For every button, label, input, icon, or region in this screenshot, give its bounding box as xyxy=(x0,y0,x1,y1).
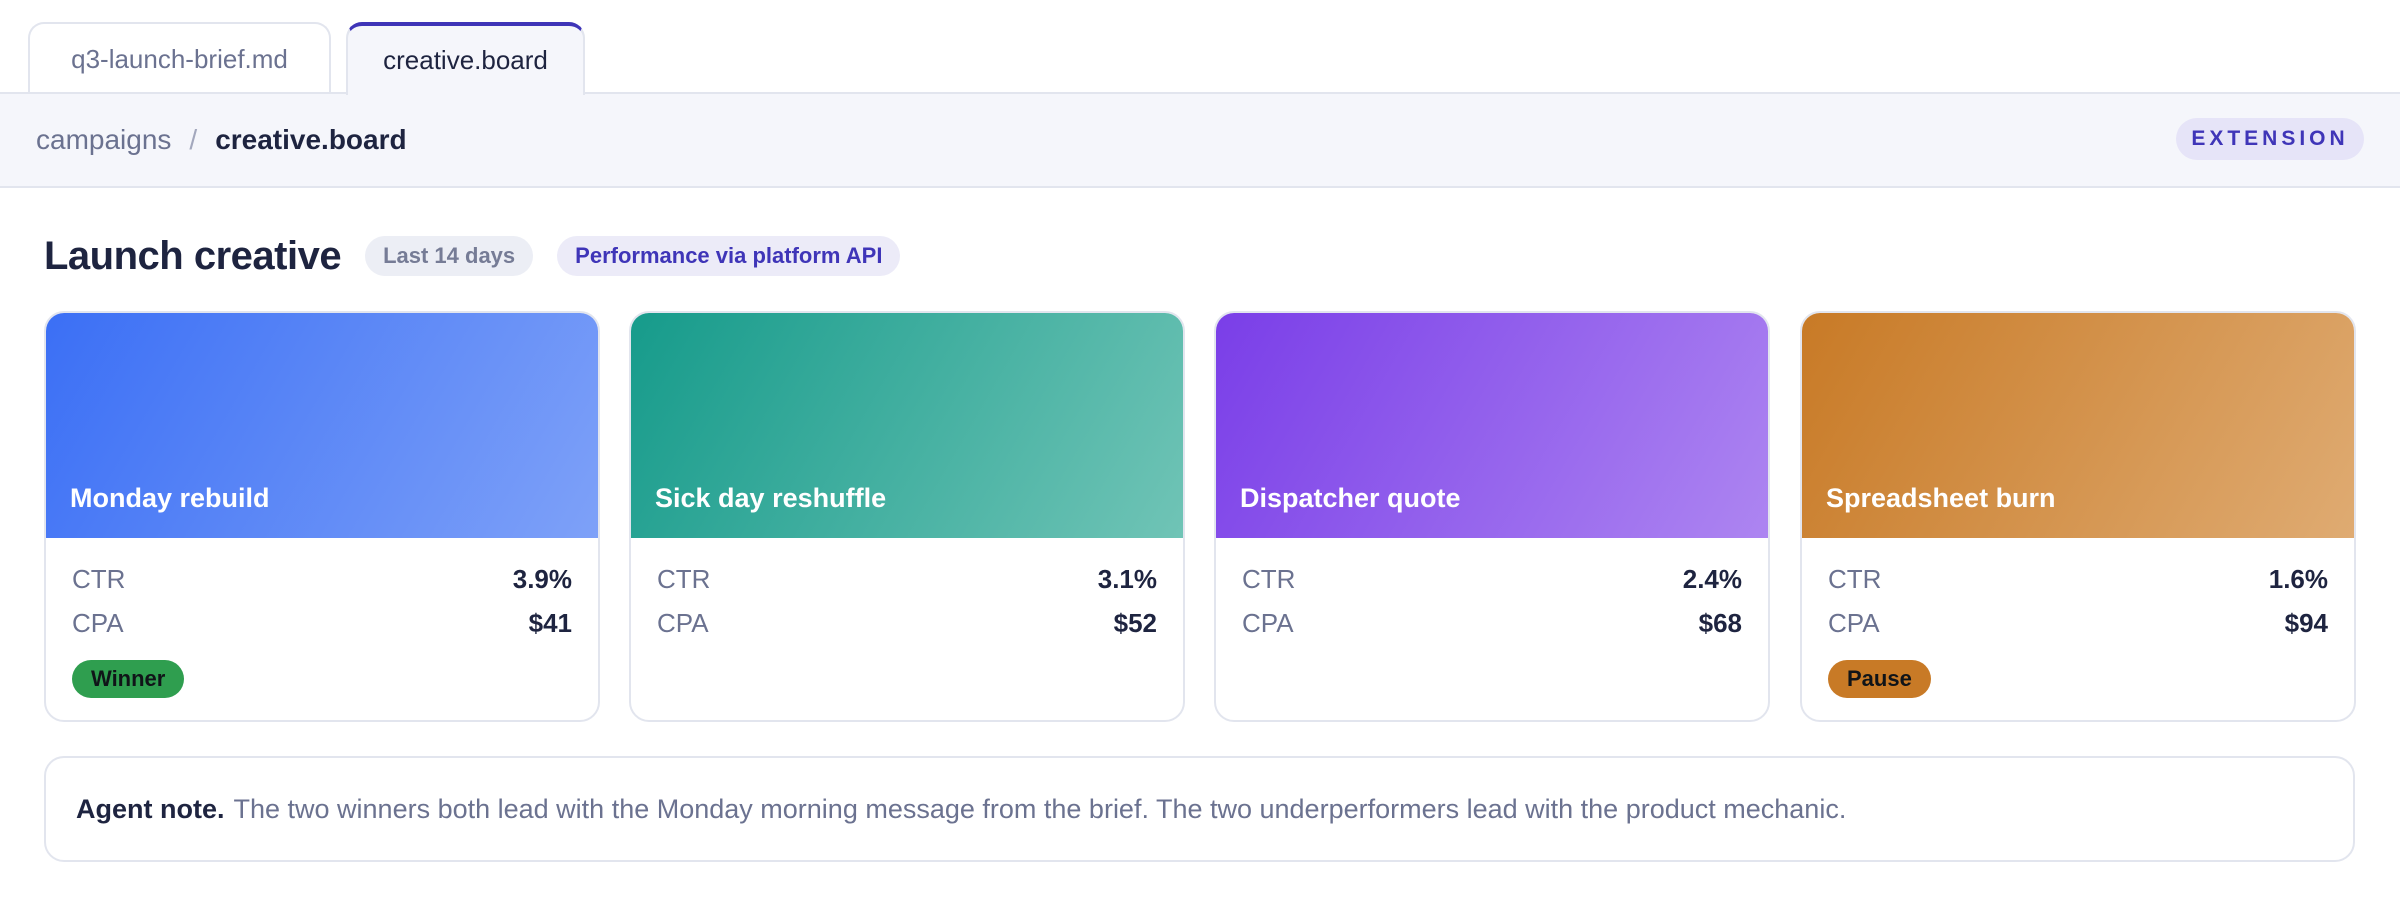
metric-label: CTR xyxy=(1828,563,1882,594)
metric-cpa: CPA $94 xyxy=(1828,603,2328,643)
creative-thumbnail: Monday rebuild xyxy=(46,313,598,538)
creative-card-dispatcher-quote[interactable]: Dispatcher quote CTR 2.4% CPA $68 xyxy=(1214,311,1770,722)
agent-note-text: The two winners both lead with the Monda… xyxy=(233,793,1847,824)
creative-thumbnail: Dispatcher quote xyxy=(1216,313,1768,538)
metric-label: CPA xyxy=(1242,607,1294,638)
metric-label: CPA xyxy=(657,607,709,638)
metric-label: CPA xyxy=(72,607,124,638)
metric-label: CTR xyxy=(72,563,126,594)
metric-label: CTR xyxy=(657,563,711,594)
creative-name: Sick day reshuffle xyxy=(655,483,887,513)
date-range-pill[interactable]: Last 14 days xyxy=(365,236,534,276)
creative-card-monday-rebuild[interactable]: Monday rebuild CTR 3.9% CPA $41 Winner xyxy=(44,311,600,722)
metric-value: 3.1% xyxy=(1097,563,1157,594)
metric-value: $68 xyxy=(1698,607,1742,638)
metric-value: $94 xyxy=(2284,607,2328,638)
metric-ctr: CTR 1.6% xyxy=(1828,559,2328,599)
status-badge: Pause xyxy=(1828,660,1931,698)
metric-value: 2.4% xyxy=(1682,563,1742,594)
metric-value: 3.9% xyxy=(512,563,572,594)
tab-strip: q3-launch-brief.md creative.board xyxy=(0,0,2400,95)
creative-name: Monday rebuild xyxy=(70,483,270,513)
metric-ctr: CTR 2.4% xyxy=(1242,559,1742,599)
metric-label: CPA xyxy=(1828,607,1880,638)
extension-badge: EXTENSION xyxy=(2176,118,2364,160)
page-header: Launch creative Last 14 days Performance… xyxy=(44,228,901,284)
breadcrumb-root[interactable]: campaigns xyxy=(36,124,171,156)
tab-creative-board[interactable]: creative.board xyxy=(346,22,585,95)
creative-name: Dispatcher quote xyxy=(1240,483,1461,513)
metric-value: 1.6% xyxy=(2268,563,2328,594)
creative-card-sick-day-reshuffle[interactable]: Sick day reshuffle CTR 3.1% CPA $52 xyxy=(629,311,1185,722)
creative-name: Spreadsheet burn xyxy=(1826,483,2056,513)
data-source-pill: Performance via platform API xyxy=(557,236,901,276)
breadcrumb-separator: / xyxy=(189,124,198,155)
page-title: Launch creative xyxy=(44,233,342,278)
metric-cpa: CPA $52 xyxy=(657,603,1157,643)
metric-cpa: CPA $68 xyxy=(1242,603,1742,643)
agent-note-lead: Agent note. xyxy=(76,793,225,824)
creative-card-spreadsheet-burn[interactable]: Spreadsheet burn CTR 1.6% CPA $94 Pause xyxy=(1800,311,2356,722)
metric-value: $52 xyxy=(1113,607,1157,638)
metric-ctr: CTR 3.9% xyxy=(72,559,572,599)
status-badge: Winner xyxy=(72,660,185,698)
metric-value: $41 xyxy=(528,607,572,638)
creative-thumbnail: Spreadsheet burn xyxy=(1802,313,2354,538)
breadcrumb-current: creative.board xyxy=(215,124,407,155)
breadcrumb-bar: campaigns / creative.board EXTENSION xyxy=(0,92,2400,188)
tab-label: creative.board xyxy=(383,45,548,75)
agent-note: Agent note. The two winners both lead wi… xyxy=(44,756,2355,862)
tab-label: q3-launch-brief.md xyxy=(71,44,288,74)
tab-q3-launch-brief[interactable]: q3-launch-brief.md xyxy=(28,22,331,95)
metric-label: CTR xyxy=(1242,563,1296,594)
breadcrumb: campaigns / creative.board xyxy=(36,94,407,186)
creative-thumbnail: Sick day reshuffle xyxy=(631,313,1183,538)
metric-ctr: CTR 3.1% xyxy=(657,559,1157,599)
metric-cpa: CPA $41 xyxy=(72,603,572,643)
